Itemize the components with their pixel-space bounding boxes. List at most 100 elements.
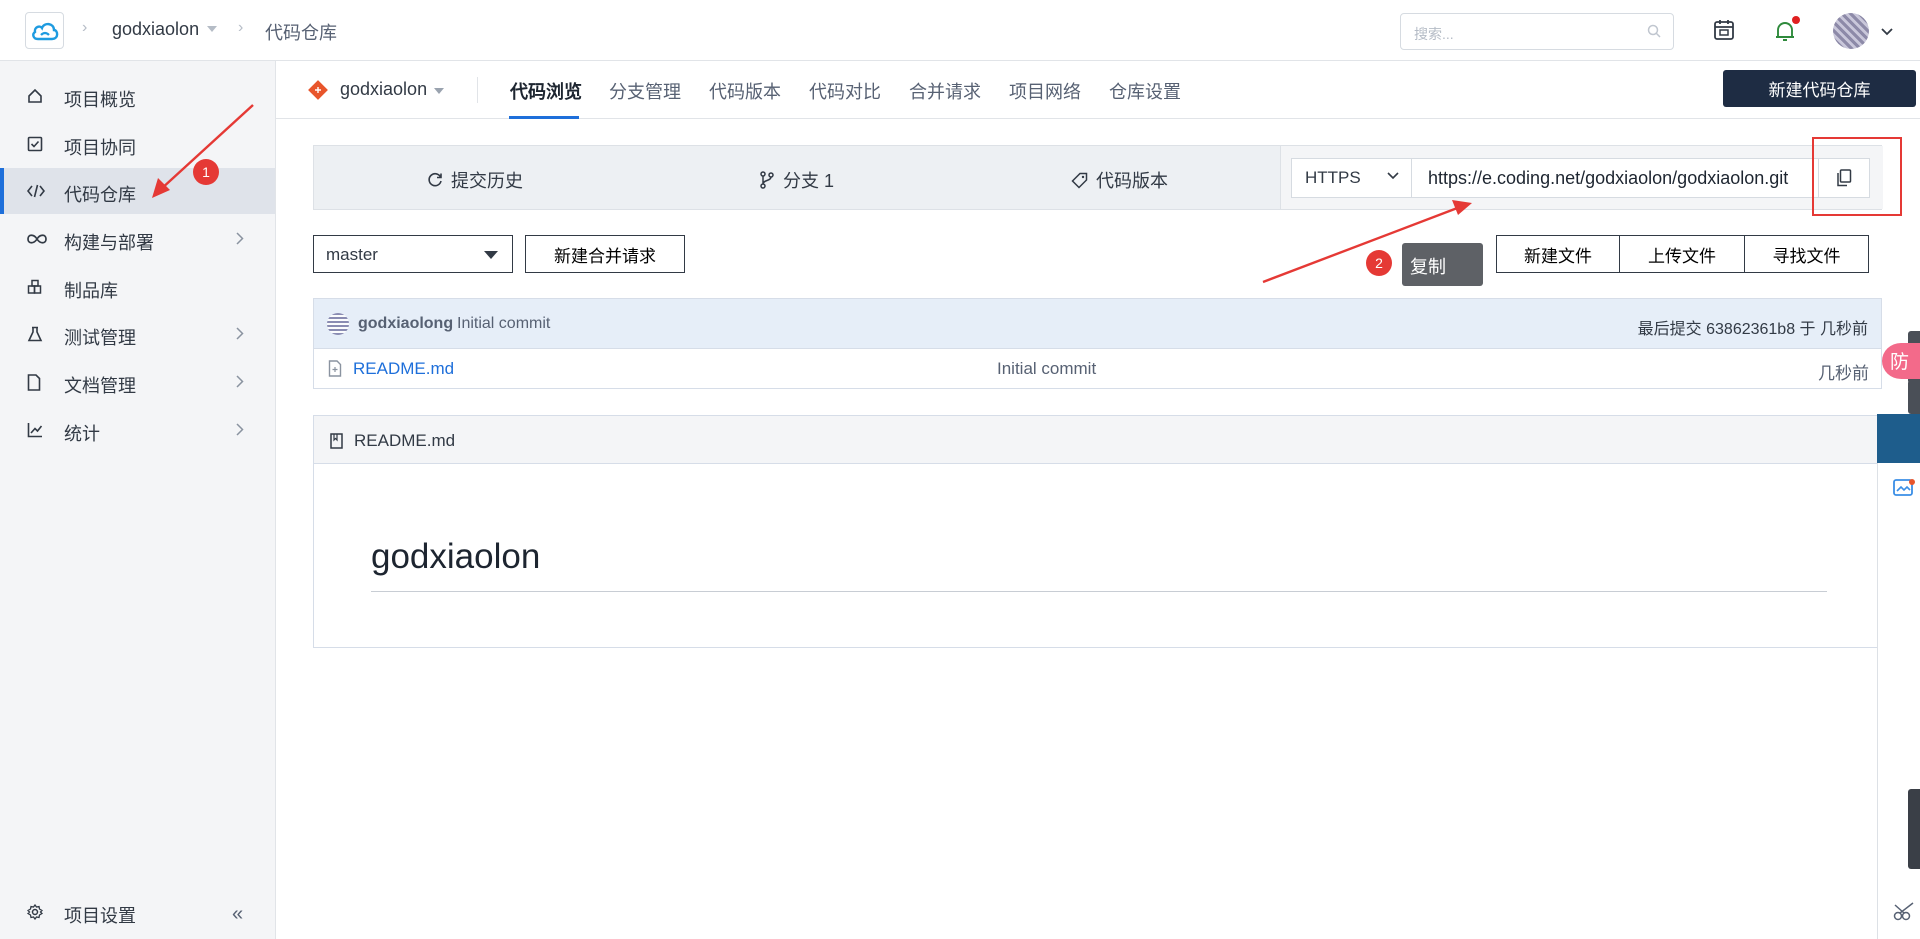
tags-label: 代码版本 (1096, 171, 1168, 191)
infinity-icon (27, 234, 47, 244)
sidebar-item-label: 统计 (64, 424, 100, 444)
commit-message: Initial commit (457, 315, 551, 332)
branch-value: master (326, 245, 378, 264)
chevron-down-icon[interactable] (1881, 28, 1893, 36)
tab-branches[interactable]: 分支管理 (609, 78, 681, 104)
chevron-right-icon (236, 423, 244, 436)
last-commit-bar: godxiaolong Initial commit 最后提交 63862361… (313, 298, 1882, 349)
code-icon (27, 184, 45, 198)
annotation-highlight-box (1812, 137, 1902, 216)
tab-code-browse[interactable]: 代码浏览 (510, 78, 582, 104)
sidebar-item-label: 测试管理 (64, 328, 136, 348)
chevron-right-icon (236, 375, 244, 388)
clone-url-block: HTTPS https://e.coding.net/godxiaolon/go… (1280, 146, 1883, 209)
package-icon (27, 279, 42, 294)
file-commit-message: Initial commit (997, 359, 1097, 378)
commit-author-avatar (327, 313, 349, 335)
upload-file-button[interactable]: 上传文件 (1619, 235, 1745, 273)
sidebar-item-artifacts[interactable]: 制品库 (0, 264, 275, 310)
image-tool-icon[interactable] (1893, 478, 1915, 498)
coding-logo-icon[interactable] (25, 12, 64, 49)
sidebar-item-label: 文档管理 (64, 376, 136, 396)
chevron-right-icon (236, 327, 244, 340)
commit-history-link[interactable]: 提交历史 (427, 167, 523, 193)
gear-icon (27, 904, 43, 920)
tags-link[interactable]: 代码版本 (1071, 167, 1168, 193)
new-repo-button[interactable]: 新建代码仓库 (1723, 70, 1916, 107)
chart-icon (27, 423, 43, 438)
divider (477, 77, 478, 103)
sidebar-item-overview[interactable]: 项目概览 (0, 73, 275, 119)
repo-nav: godxiaolon 代码浏览 分支管理 代码版本 代码对比 合并请求 项目网络… (276, 61, 1920, 119)
branches-label: 分支 1 (783, 171, 835, 191)
file-icon (328, 360, 342, 377)
protocol-select[interactable]: HTTPS (1291, 158, 1412, 198)
chevron-down-icon (1387, 172, 1399, 180)
heading-rule (371, 591, 1827, 592)
floating-handle[interactable] (1908, 789, 1920, 869)
breadcrumb-project[interactable]: godxiaolon (112, 19, 199, 40)
breadcrumb-separator-icon: › (238, 19, 244, 36)
search-icon (1647, 24, 1661, 38)
sidebar-item-build-deploy[interactable]: 构建与部署 (0, 216, 275, 262)
tag-icon (1071, 172, 1088, 189)
tab-merge-requests[interactable]: 合并请求 (909, 78, 981, 104)
home-icon (28, 88, 42, 103)
new-file-button[interactable]: 新建文件 (1496, 235, 1620, 273)
sidebar: 项目概览 项目协同 代码仓库 构建与部署 制品库 测试管理 文档管理 统计 项目… (0, 61, 276, 939)
sidebar-item-code-repo[interactable]: 代码仓库 (0, 168, 275, 214)
breadcrumb-current: 代码仓库 (265, 23, 337, 43)
clone-url-field[interactable]: https://e.coding.net/godxiaolon/godxiaol… (1411, 158, 1819, 198)
book-icon (330, 433, 343, 449)
annotation-step-1: 1 (193, 159, 219, 185)
tab-network[interactable]: 项目网络 (1009, 78, 1081, 104)
calendar-icon[interactable] (1713, 19, 1735, 41)
file-commit-time: 几秒前 (1818, 364, 1869, 383)
sidebar-item-label: 项目概览 (64, 90, 136, 110)
notification-badge (1792, 16, 1800, 24)
tab-repo-settings[interactable]: 仓库设置 (1109, 78, 1181, 104)
file-row[interactable]: README.md Initial commit 几秒前 (313, 349, 1882, 389)
floating-widget-badge[interactable]: 防疫 (1882, 343, 1920, 400)
notification-bell-icon[interactable] (1774, 20, 1796, 43)
sidebar-item-collaboration[interactable]: 项目协同 (0, 121, 275, 167)
commit-history-label: 提交历史 (451, 171, 523, 191)
new-merge-request-button[interactable]: 新建合并请求 (525, 235, 685, 273)
find-file-button[interactable]: 寻找文件 (1744, 235, 1869, 273)
collapse-sidebar-icon[interactable]: « (232, 903, 243, 926)
tab-versions[interactable]: 代码版本 (709, 78, 781, 104)
chevron-down-icon[interactable] (207, 26, 217, 32)
repo-switcher[interactable]: godxiaolon (340, 79, 427, 100)
branches-link[interactable]: 分支 1 (759, 167, 834, 193)
scissors-icon[interactable] (1893, 900, 1917, 922)
annotation-step-2: 2 (1366, 250, 1392, 276)
chevron-right-icon (236, 232, 244, 245)
active-tab-indicator (509, 116, 579, 119)
floating-panel-header (1877, 414, 1920, 463)
repo-stats-bar: 提交历史 分支 1 代码版本 HTTPS https://e.coding.ne… (313, 145, 1883, 210)
commit-author[interactable]: godxiaolong (358, 315, 453, 333)
breadcrumb-separator-icon: › (82, 19, 88, 36)
sidebar-item-label: 项目协同 (64, 138, 136, 158)
search-placeholder: 搜索... (1414, 26, 1454, 42)
readme-header: README.md (314, 416, 1881, 464)
branch-select[interactable]: master (313, 235, 513, 273)
copy-tooltip: 复制 (1402, 243, 1483, 286)
caret-down-icon (484, 251, 498, 259)
readme-panel: README.md godxiaolon (313, 415, 1882, 648)
sidebar-item-docs[interactable]: 文档管理 (0, 359, 275, 405)
sidebar-item-test[interactable]: 测试管理 (0, 311, 275, 357)
branch-icon (760, 171, 774, 189)
checkbox-icon (27, 136, 43, 152)
search-input[interactable]: 搜索... (1400, 13, 1674, 50)
user-avatar[interactable] (1833, 13, 1869, 49)
file-name-link[interactable]: README.md (353, 359, 454, 379)
sidebar-item-statistics[interactable]: 统计 (0, 407, 275, 453)
flask-icon (27, 326, 43, 342)
readme-filename: README.md (354, 431, 456, 450)
sidebar-item-label: 项目设置 (64, 906, 136, 926)
git-repo-icon (308, 80, 328, 100)
tab-compare[interactable]: 代码对比 (809, 78, 881, 104)
sidebar-item-label: 制品库 (64, 281, 118, 301)
chevron-down-icon[interactable] (434, 88, 444, 94)
